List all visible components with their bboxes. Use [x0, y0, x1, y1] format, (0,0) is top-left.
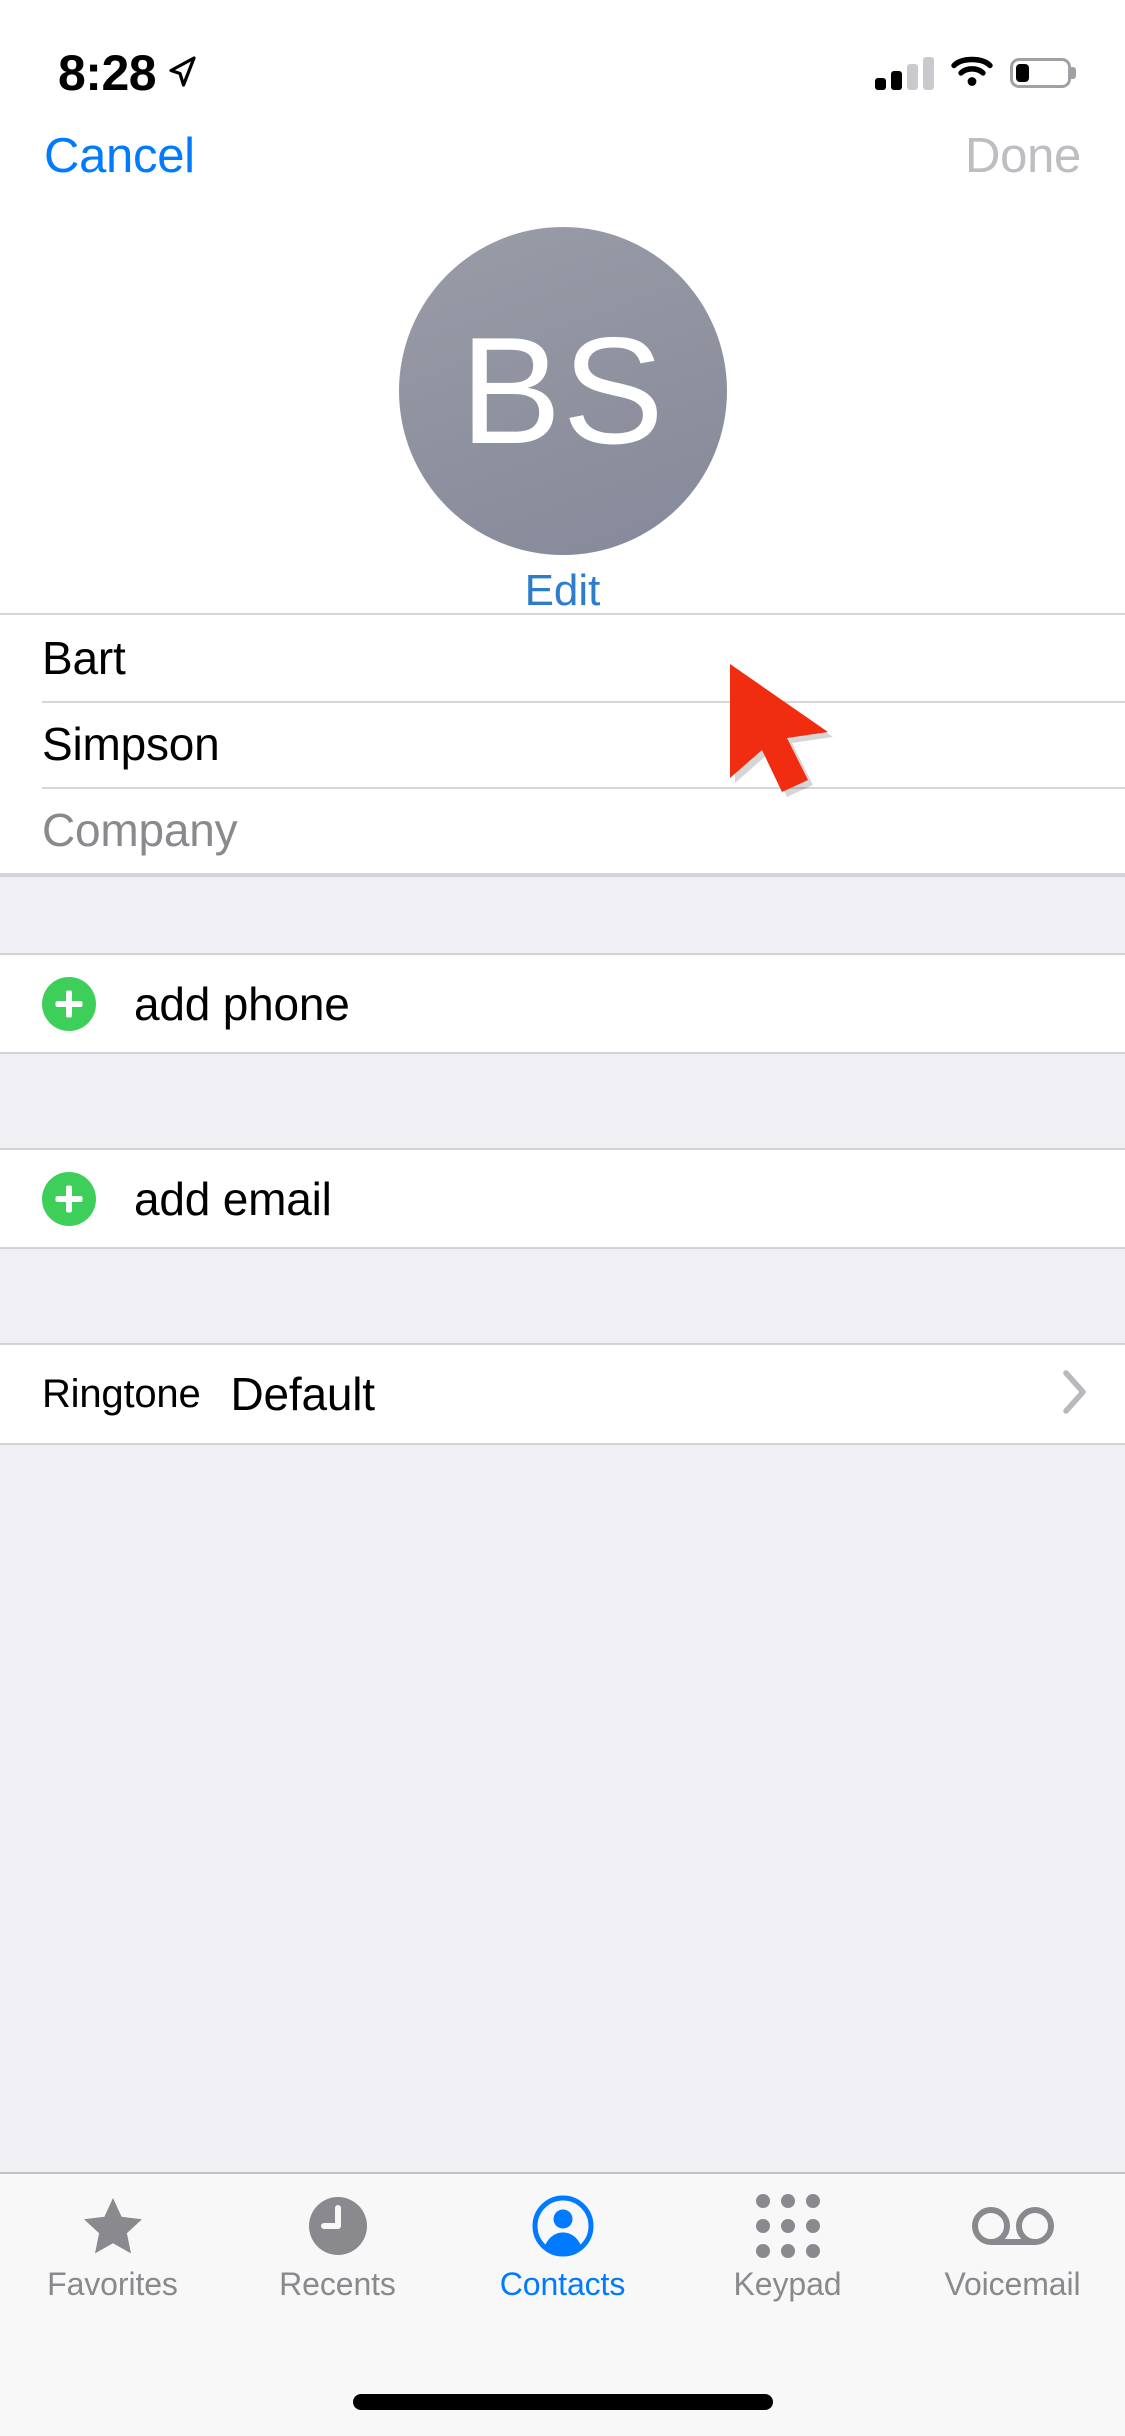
home-indicator[interactable]: [352, 2394, 773, 2410]
tab-contacts[interactable]: Contacts: [450, 2192, 675, 2300]
ringtone-value: Default: [230, 1368, 376, 1420]
ringtone-row[interactable]: Ringtone Default: [0, 1345, 1125, 1443]
ringtone-label: Ringtone: [42, 1372, 201, 1416]
status-bar: 8:28: [0, 0, 1125, 132]
section-spacer-2: [0, 1052, 1125, 1150]
status-bar-time: 8:28: [58, 45, 157, 101]
tab-contacts-label: Contacts: [499, 2266, 626, 2302]
cancel-button[interactable]: Cancel: [44, 132, 195, 181]
section-spacer-1: [0, 875, 1125, 955]
tab-favorites-label: Favorites: [47, 2266, 178, 2302]
clock-icon: [307, 2192, 369, 2260]
location-arrow-icon: [166, 54, 198, 95]
cellular-signal-icon: [875, 56, 934, 90]
name-fields-group: Bart Simpson Company: [0, 615, 1125, 875]
company-field[interactable]: Company: [0, 787, 1125, 873]
battery-fill: [1016, 64, 1029, 82]
company-placeholder: Company: [42, 804, 238, 856]
navigation-bar: Cancel Done: [0, 132, 1125, 222]
first-name-value: Bart: [42, 632, 126, 684]
status-bar-left: 8:28: [58, 48, 198, 98]
add-phone-row[interactable]: add phone: [0, 955, 1125, 1052]
contact-editor-screen: 8:28 Cancel Done BS Edit Bart Simpson Co…: [0, 0, 1125, 2436]
first-name-field[interactable]: Bart: [0, 615, 1125, 701]
home-indicator-area: [0, 2368, 1125, 2436]
add-email-label: add email: [134, 1172, 332, 1225]
tab-keypad[interactable]: Keypad: [675, 2192, 900, 2300]
tab-keypad-label: Keypad: [733, 2266, 842, 2302]
contact-form: Bart Simpson Company add phone add email…: [0, 615, 1125, 2172]
tab-bar: Favorites Recents Contacts Keypad Voicem…: [0, 2172, 1125, 2368]
avatar-header: BS Edit: [0, 222, 1125, 615]
last-name-value: Simpson: [42, 718, 220, 770]
section-spacer-4: [0, 1443, 1125, 2172]
avatar-initials: BS: [460, 306, 665, 476]
plus-circle-icon[interactable]: [42, 1171, 96, 1226]
done-button[interactable]: Done: [965, 132, 1081, 181]
person-circle-icon: [531, 2192, 595, 2260]
last-name-field[interactable]: Simpson: [0, 701, 1125, 787]
star-icon: [82, 2192, 144, 2260]
status-bar-right: [875, 54, 1071, 92]
tab-recents[interactable]: Recents: [225, 2192, 450, 2300]
avatar[interactable]: BS: [398, 227, 727, 555]
tab-favorites[interactable]: Favorites: [0, 2192, 225, 2300]
chevron-right-icon: [1061, 1368, 1089, 1421]
voicemail-icon: [971, 2192, 1055, 2260]
keypad-grid-icon: [755, 2192, 820, 2260]
section-spacer-3: [0, 1247, 1125, 1345]
wifi-icon: [950, 54, 994, 92]
plus-circle-icon[interactable]: [42, 976, 96, 1031]
battery-icon: [1010, 58, 1071, 88]
edit-photo-button[interactable]: Edit: [525, 569, 601, 613]
tab-recents-label: Recents: [279, 2266, 396, 2302]
tab-voicemail[interactable]: Voicemail: [900, 2192, 1125, 2300]
add-phone-label: add phone: [134, 977, 350, 1030]
add-email-row[interactable]: add email: [0, 1150, 1125, 1247]
tab-voicemail-label: Voicemail: [944, 2266, 1081, 2302]
